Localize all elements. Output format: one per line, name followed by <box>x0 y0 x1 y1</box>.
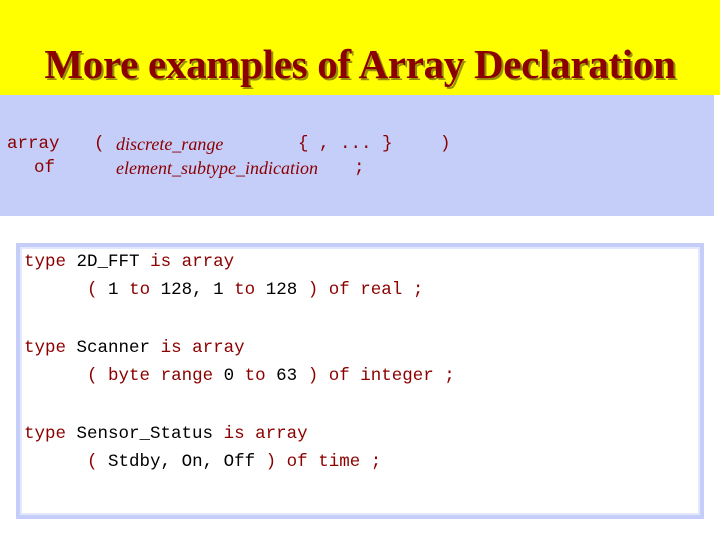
example-1-line-2: ( 1 to 128, 1 to 128 ) of real ; <box>24 280 423 300</box>
keyword-to: to <box>129 280 151 300</box>
keyword-array: array <box>181 252 235 272</box>
semicolon: ; <box>444 366 455 386</box>
range-value: 63 <box>276 366 298 386</box>
open-paren: ( <box>87 452 98 472</box>
keyword-to: to <box>234 280 256 300</box>
syntax-open-paren: ( <box>94 134 105 154</box>
example-2-line-2: ( byte range 0 to 63 ) of integer ; <box>24 366 455 386</box>
syntax-keyword-of: of <box>34 158 56 178</box>
enum-value: Stdby, <box>108 452 172 472</box>
example-3-line-1: type Sensor_Status is array <box>24 424 308 444</box>
syntax-element-subtype: element_subtype_indication <box>116 158 318 178</box>
keyword-of: of <box>286 452 308 472</box>
syntax-box: array of ( discrete_range { , ... } ) el… <box>0 95 714 216</box>
open-paren: ( <box>87 280 98 300</box>
open-paren: ( <box>87 366 98 386</box>
range-value: 0 <box>223 366 235 386</box>
range-value: 1 <box>213 280 224 300</box>
syntax-repeat: { , ... } <box>298 134 393 154</box>
keyword-of: of <box>328 280 350 300</box>
keyword-byte: byte <box>108 366 151 386</box>
keyword-is: is <box>160 338 182 358</box>
keyword-type: type <box>24 252 67 272</box>
example-2-line-1: type Scanner is array <box>24 338 245 358</box>
keyword-integer: integer <box>360 366 434 386</box>
close-paren: ) <box>307 280 319 300</box>
syntax-discrete-range: discrete_range <box>116 134 224 154</box>
example-3-line-2: ( Stdby, On, Off ) of time ; <box>24 452 381 472</box>
range-value: 128 <box>265 280 298 300</box>
keyword-real: real <box>360 280 403 300</box>
type-name: Scanner <box>76 338 151 358</box>
close-paren: ) <box>265 452 277 472</box>
range-value: 128, <box>160 280 203 300</box>
type-name: 2D_FFT <box>76 252 140 272</box>
keyword-array: array <box>192 338 245 358</box>
keyword-array: array <box>255 424 308 444</box>
enum-value: On, <box>181 452 214 472</box>
semicolon: ; <box>370 452 382 472</box>
range-value: 1 <box>108 280 119 300</box>
keyword-to: to <box>244 366 266 386</box>
slide-title: More examples of Array Declaration <box>44 41 676 87</box>
keyword-of: of <box>328 366 350 386</box>
semicolon: ; <box>412 280 424 300</box>
type-name: Sensor_Status <box>76 424 214 444</box>
keyword-is: is <box>150 252 172 272</box>
syntax-keyword-array: array <box>7 134 60 154</box>
example-1-line-1: type 2D_FFT is array <box>24 252 234 272</box>
keyword-range: range <box>160 366 214 386</box>
syntax-close-paren: ) <box>440 134 451 154</box>
keyword-time: time <box>318 452 361 472</box>
keyword-type: type <box>24 338 67 358</box>
close-paren: ) <box>307 366 319 386</box>
syntax-semicolon: ; <box>354 158 365 178</box>
keyword-type: type <box>24 424 67 444</box>
keyword-is: is <box>223 424 245 444</box>
enum-value: Off <box>223 452 256 472</box>
